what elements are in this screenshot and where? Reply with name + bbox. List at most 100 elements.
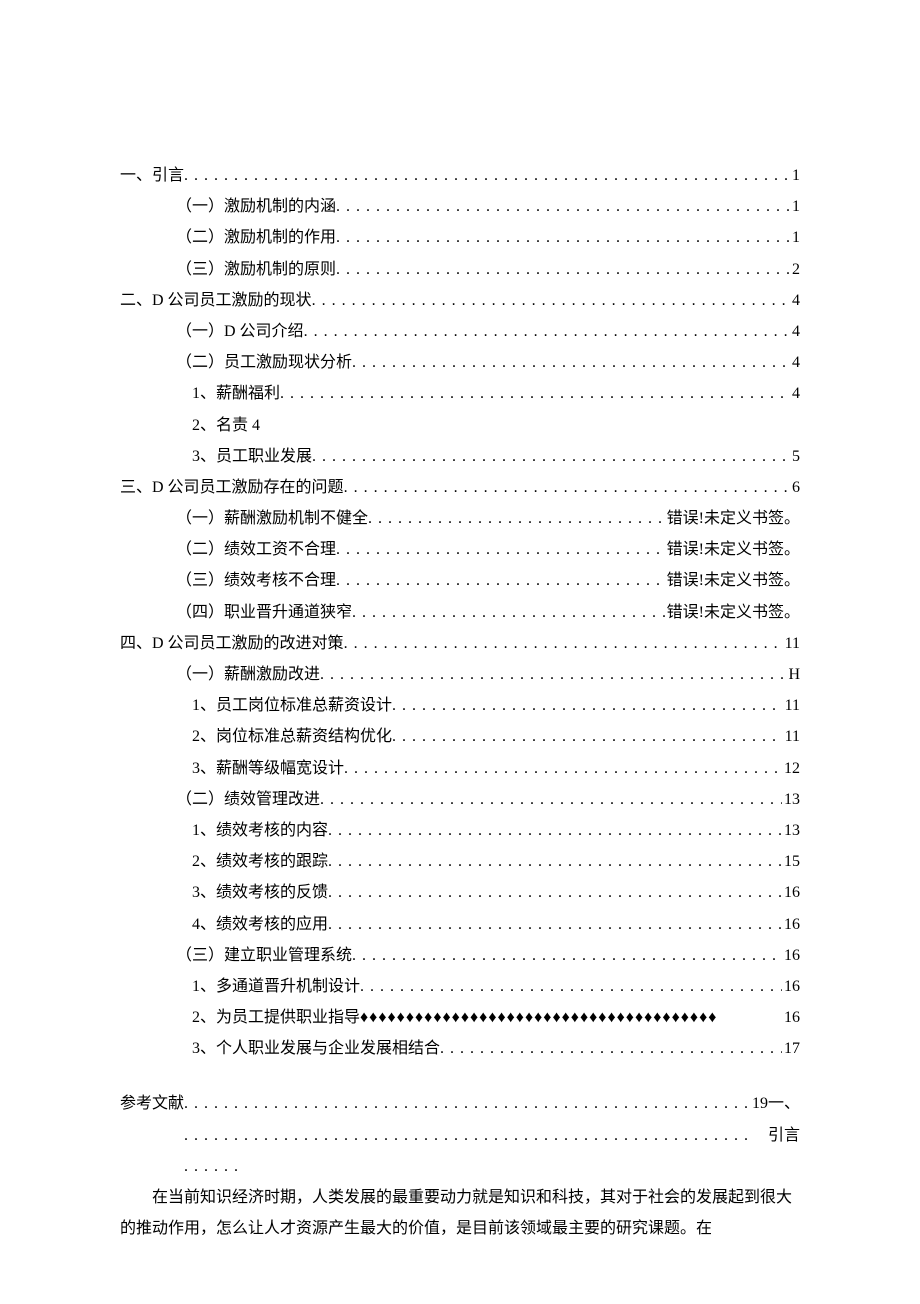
toc-entry-page: 11 — [783, 690, 800, 721]
toc-entry-label: （三）绩效考核不合理 — [176, 565, 336, 596]
toc-leader: . . . . . . . . . . . . . . . . . . . . … — [336, 565, 665, 596]
toc-leader: . . . . . . . . . . . . . . . . . . . . … — [336, 254, 790, 285]
toc-entry-page: 16 — [782, 940, 800, 971]
toc-entry-page: 1 — [790, 222, 800, 253]
toc-leader: . . . . . . . . . . . . . . . . . . . . … — [328, 877, 782, 908]
toc-entry: 2、绩效考核的跟踪. . . . . . . . . . . . . . . .… — [192, 846, 800, 877]
inline-heading: 一、引言 — [768, 1088, 800, 1150]
toc-leader: . . . . . . . . . . . . . . . . . . . . … — [328, 815, 782, 846]
toc-leader: . . . . . . . . . . . . . . . . . . . . … — [368, 503, 665, 534]
toc-leader: . . . . . . . . . . . . . . . . . . . . … — [320, 659, 786, 690]
toc-leader: . . . . . . . . . . . . . . . . . . . . … — [344, 628, 783, 659]
toc-entry: 4、绩效考核的应用. . . . . . . . . . . . . . . .… — [192, 909, 800, 940]
toc-leader: . . . . . . . . . . . . . . . . . . . . … — [304, 316, 790, 347]
toc-entry-page: 1 — [790, 160, 800, 191]
toc-leader: . . . . . . . . . . . . . . . . . . . . … — [392, 690, 783, 721]
toc-leader: . . . . . . . . . . . . . . . . . . . . … — [184, 160, 790, 191]
toc-entry-page: 4 — [790, 347, 800, 378]
body-paragraph: 在当前知识经济时期，人类发展的最重要动力就是知识和科技，其对于社会的发展起到很大… — [120, 1182, 800, 1244]
toc-entry-page: 5 — [790, 441, 800, 472]
toc-entry: （一）D 公司介绍. . . . . . . . . . . . . . . .… — [176, 316, 800, 347]
toc-entry: 1、绩效考核的内容. . . . . . . . . . . . . . . .… — [192, 815, 800, 846]
toc-leader: . . . . . . . . . . . . . . . . . . . . … — [352, 347, 790, 378]
table-of-contents: 一、引言. . . . . . . . . . . . . . . . . . … — [120, 160, 800, 1064]
toc-entry: 三、D 公司员工激励存在的问题. . . . . . . . . . . . .… — [120, 472, 800, 503]
toc-entry-page: 16 — [782, 877, 800, 908]
toc-entry-page: 16 — [782, 909, 800, 940]
toc-entry: （四）职业晋升通道狭窄. . . . . . . . . . . . . . .… — [176, 597, 800, 628]
toc-entry: （三）绩效考核不合理. . . . . . . . . . . . . . . … — [176, 565, 800, 596]
toc-entry-page: 11 — [783, 721, 800, 752]
toc-entry-page: 4 — [790, 378, 800, 409]
toc-entry: （二）员工激励现状分析. . . . . . . . . . . . . . .… — [176, 347, 800, 378]
toc-entry-page: 11 — [783, 628, 800, 659]
toc-entry: （一）薪酬激励改进. . . . . . . . . . . . . . . .… — [176, 659, 800, 690]
references-line: 参考文献 . . . . . . . . . . . . . . . . . .… — [120, 1088, 800, 1182]
toc-leader: . . . . . . . . . . . . . . . . . . . . … — [328, 909, 782, 940]
toc-leader: . . . . . . . . . . . . . . . . . . . . … — [392, 721, 783, 752]
toc-entry-page: 13 — [782, 784, 800, 815]
toc-entry-label: 4、绩效考核的应用 — [192, 909, 328, 940]
toc-leader: . . . . . . . . . . . . . . . . . . . . … — [320, 784, 782, 815]
toc-entry-label: （一）薪酬激励改进 — [176, 659, 320, 690]
toc-entry-page: 19 — [750, 1088, 768, 1119]
toc-leader: . . . . . . . . . . . . . . . . . . . . … — [336, 534, 665, 565]
toc-entry-label: （三）激励机制的原则 — [176, 254, 336, 285]
toc-entry-label: 四、D 公司员工激励的改进对策 — [120, 628, 344, 659]
toc-entry-label: （四）职业晋升通道狭窄 — [176, 597, 352, 628]
toc-entry-label: 二、D 公司员工激励的现状 — [120, 285, 312, 316]
toc-entry-label: 2、岗位标准总薪资结构优化 — [192, 721, 392, 752]
toc-entry: （二）绩效工资不合理. . . . . . . . . . . . . . . … — [176, 534, 800, 565]
toc-leader: ♦♦♦♦♦♦♦♦♦♦♦♦♦♦♦♦♦♦♦♦♦♦♦♦♦♦♦♦♦♦♦♦♦♦♦♦♦♦♦ — [360, 1002, 782, 1033]
toc-entry-page: 2 — [790, 254, 800, 285]
toc-entry-label: （二）员工激励现状分析 — [176, 347, 352, 378]
toc-entry-page: H — [786, 659, 800, 690]
toc-entry-page: 13 — [782, 815, 800, 846]
toc-entry-page: 错误!未定义书签。 — [665, 565, 800, 596]
toc-entry-label: （二）绩效管理改进 — [176, 784, 320, 815]
toc-entry: 1、薪酬福利. . . . . . . . . . . . . . . . . … — [192, 378, 800, 409]
toc-entry: 1、员工岗位标准总薪资设计. . . . . . . . . . . . . .… — [192, 690, 800, 721]
toc-entry-label: 1、薪酬福利 — [192, 378, 280, 409]
toc-leader: . . . . . . . . . . . . . . . . . . . . … — [360, 971, 782, 1002]
toc-entry-page: 4 — [790, 316, 800, 347]
toc-entry-label: 2、名责 4 — [192, 410, 260, 441]
toc-entry: 2、名责 4 — [192, 410, 800, 441]
toc-entry-page: 错误!未定义书签。 — [665, 503, 800, 534]
toc-leader: . . . . . . . . . . . . . . . . . . . . … — [344, 753, 782, 784]
toc-entry: 二、D 公司员工激励的现状. . . . . . . . . . . . . .… — [120, 285, 800, 316]
toc-entry: （三）激励机制的原则. . . . . . . . . . . . . . . … — [176, 254, 800, 285]
toc-leader: . . . . . . . . . . . . . . . . . . . . … — [312, 441, 790, 472]
toc-leader: . . . . . . . . . . . . . . . . . . . . … — [336, 191, 790, 222]
toc-entry-label: （三）建立职业管理系统 — [176, 940, 352, 971]
toc-entry-page: 16 — [782, 971, 800, 1002]
toc-entry: 2、岗位标准总薪资结构优化. . . . . . . . . . . . . .… — [192, 721, 800, 752]
toc-entry-page: 4 — [790, 285, 800, 316]
toc-entry-label: 3、绩效考核的反馈 — [192, 877, 328, 908]
toc-entry-page: 15 — [782, 846, 800, 877]
toc-entry: 3、员工职业发展. . . . . . . . . . . . . . . . … — [192, 441, 800, 472]
toc-entry-label: 1、多通道晋升机制设计 — [192, 971, 360, 1002]
toc-entry-label: （二）绩效工资不合理 — [176, 534, 336, 565]
toc-entry-page: 1 — [790, 191, 800, 222]
toc-entry-label: 3、个人职业发展与企业发展相结合 — [192, 1033, 440, 1064]
toc-entry: 3、薪酬等级幅宽设计. . . . . . . . . . . . . . . … — [192, 753, 800, 784]
toc-leader: . . . . . . . . . . . . . . . . . . . . … — [312, 285, 790, 316]
toc-entry: （一）薪酬激励机制不健全. . . . . . . . . . . . . . … — [176, 503, 800, 534]
toc-entry-page: 17 — [782, 1033, 800, 1064]
toc-entry: （二）激励机制的作用. . . . . . . . . . . . . . . … — [176, 222, 800, 253]
toc-entry-label: 一、引言 — [120, 160, 184, 191]
toc-entry-label: （一）薪酬激励机制不健全 — [176, 503, 368, 534]
toc-entry: 3、个人职业发展与企业发展相结合. . . . . . . . . . . . … — [192, 1033, 800, 1064]
toc-entry-page: 错误!未定义书签。 — [665, 534, 800, 565]
toc-entry-label: 1、绩效考核的内容 — [192, 815, 328, 846]
toc-entry-label: 2、绩效考核的跟踪 — [192, 846, 328, 877]
toc-leader: . . . . . . . . . . . . . . . . . . . . … — [328, 846, 782, 877]
toc-leader: . . . . . . . . . . . . . . . . . . . . … — [352, 940, 782, 971]
toc-entry-label: （一）激励机制的内涵 — [176, 191, 336, 222]
toc-leader: . . . . . . . . . . . . . . . . . . . . … — [184, 1088, 750, 1182]
toc-entry: （二）绩效管理改进. . . . . . . . . . . . . . . .… — [176, 784, 800, 815]
toc-leader: . . . . . . . . . . . . . . . . . . . . … — [344, 472, 790, 503]
toc-leader: . . . . . . . . . . . . . . . . . . . . … — [352, 597, 665, 628]
toc-entry-page: 12 — [782, 753, 800, 784]
